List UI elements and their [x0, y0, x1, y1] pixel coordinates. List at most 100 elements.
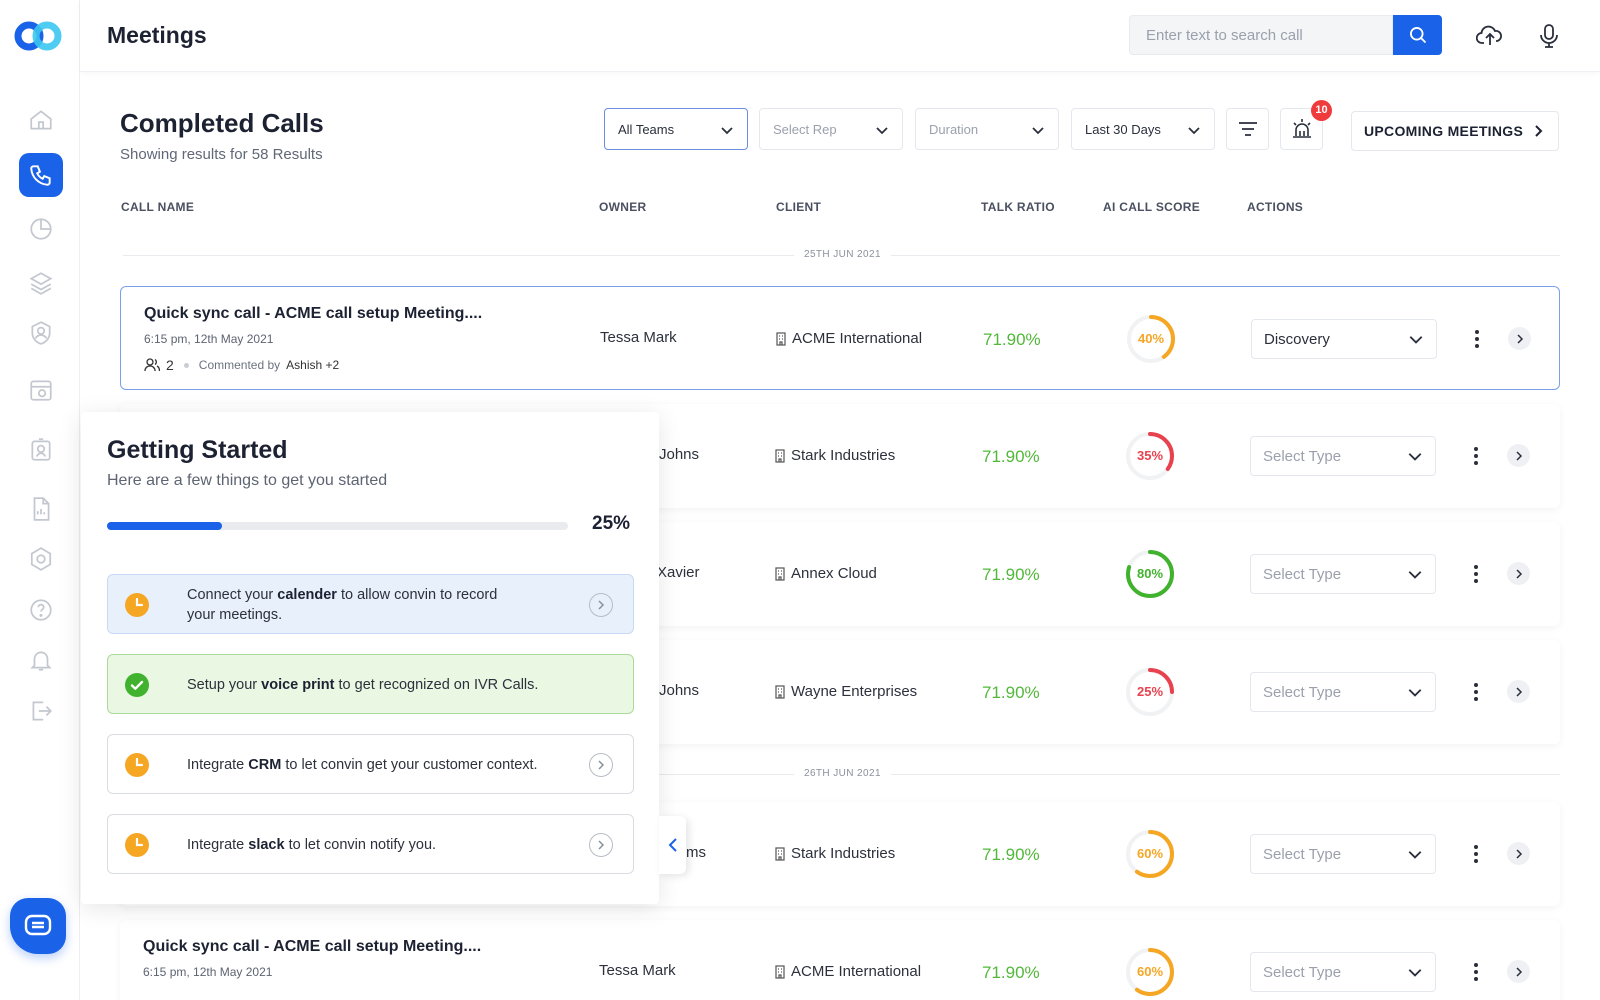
chevron-right-icon: [1516, 333, 1523, 344]
settings-icon: [30, 547, 52, 571]
more-options-icon[interactable]: [1470, 680, 1482, 704]
search-input[interactable]: Enter text to search call: [1129, 15, 1393, 55]
nav-meetings[interactable]: [19, 368, 63, 412]
col-talk-ratio[interactable]: TALK RATIO: [981, 200, 1055, 214]
rep-filter[interactable]: Select Rep: [759, 108, 903, 150]
more-options-icon[interactable]: [1470, 562, 1482, 586]
score-value: 80%: [1136, 566, 1164, 581]
call-type-select[interactable]: Discovery: [1251, 319, 1437, 359]
building-icon: [775, 964, 785, 979]
task-integrate-crm[interactable]: Integrate CRM to let convin get your cus…: [107, 734, 634, 794]
upload-button[interactable]: [1474, 20, 1506, 52]
col-call-name[interactable]: CALL NAME: [121, 200, 194, 214]
task-integrate-slack[interactable]: Integrate slack to let convin notify you…: [107, 814, 634, 874]
call-type-select[interactable]: Select Type: [1250, 834, 1436, 874]
results-count: Showing results for 58 Results: [120, 146, 323, 163]
call-name[interactable]: Quick sync call - ACME call setup Meetin…: [144, 305, 482, 323]
more-options-icon[interactable]: [1470, 444, 1482, 468]
nav-home[interactable]: [19, 98, 63, 142]
chevron-right-icon: [1515, 848, 1522, 859]
chevron-down-icon: [1408, 969, 1422, 977]
chat-icon: [24, 914, 52, 936]
task-connect-calendar[interactable]: Connect your calender to allow convin to…: [107, 574, 634, 634]
home-icon: [30, 110, 52, 130]
open-call-button[interactable]: [1507, 842, 1530, 865]
client: Stark Industries: [775, 845, 895, 862]
call-time: 6:15 pm, 12th May 2021: [143, 965, 273, 979]
ai-score-ring: 80%: [1125, 549, 1175, 599]
chevron-down-icon: [1032, 127, 1044, 135]
col-ai-call-score[interactable]: AI CALL SCORE: [1103, 200, 1200, 214]
client-name: Wayne Enterprises: [791, 683, 918, 700]
client-name: ACME International: [791, 963, 922, 980]
open-call-button[interactable]: [1507, 562, 1530, 585]
more-options-icon[interactable]: [1471, 327, 1483, 351]
task-text: Connect your calender to allow convin to…: [187, 587, 498, 623]
call-type-select[interactable]: Select Type: [1250, 554, 1436, 594]
nav-library[interactable]: [19, 261, 63, 305]
nav-coaching[interactable]: [19, 311, 63, 355]
open-call-button[interactable]: [1507, 680, 1530, 703]
search-button[interactable]: [1393, 15, 1442, 55]
open-call-button[interactable]: [1507, 960, 1530, 983]
nav-help[interactable]: [19, 588, 63, 632]
call-type-select[interactable]: Select Type: [1250, 952, 1436, 992]
call-type-select[interactable]: Select Type: [1250, 672, 1436, 712]
call-type-select[interactable]: Select Type: [1250, 436, 1436, 476]
filter-button[interactable]: [1226, 108, 1269, 150]
open-call-button[interactable]: [1508, 327, 1531, 350]
more-options-icon[interactable]: [1470, 960, 1482, 984]
task-go-button[interactable]: [589, 593, 613, 617]
score-value: 40%: [1137, 331, 1165, 346]
nav-notifications[interactable]: [19, 638, 63, 682]
client: Wayne Enterprises: [775, 683, 917, 700]
nav-reports[interactable]: [19, 487, 63, 531]
task-go-button[interactable]: [589, 833, 613, 857]
nav-profile[interactable]: [19, 428, 63, 472]
nav-analytics[interactable]: [19, 207, 63, 251]
nav-logout[interactable]: [19, 689, 63, 733]
call-meta: 2 Commented by Ashish +2: [144, 357, 339, 373]
task-voice-print[interactable]: Setup your voice print to get recognized…: [107, 654, 634, 714]
date-range-filter[interactable]: Last 30 Days: [1071, 108, 1215, 150]
date-range-value: Last 30 Days: [1085, 122, 1161, 137]
call-type-value: Select Type: [1263, 684, 1342, 701]
client-name: Annex Cloud: [791, 565, 877, 582]
collapse-panel-button[interactable]: [659, 816, 686, 874]
owner: Johns: [659, 446, 700, 463]
progress-bar-fill: [107, 522, 223, 530]
teams-filter[interactable]: All Teams: [604, 108, 748, 150]
getting-started-panel: Getting Started Here are a few things to…: [81, 412, 659, 904]
col-client[interactable]: CLIENT: [776, 200, 821, 214]
task-text: Setup your voice print to get recognized…: [187, 677, 539, 693]
profile-icon: [31, 438, 51, 461]
topbar: Meetings Enter text to search call: [80, 0, 1600, 72]
getting-started-title: Getting Started: [107, 436, 288, 464]
chevron-down-icon: [1408, 453, 1422, 461]
bell-icon: [30, 651, 52, 671]
call-type-value: Select Type: [1263, 448, 1342, 465]
duration-filter-value: Duration: [929, 122, 979, 137]
upcoming-meetings-button[interactable]: UPCOMING MEETINGS: [1351, 111, 1559, 151]
ai-score-ring: 60%: [1125, 829, 1175, 879]
chevron-right-icon: [598, 840, 605, 850]
talk-ratio: 71.90%: [983, 330, 1041, 349]
col-owner[interactable]: OWNER: [599, 200, 647, 214]
nav-settings[interactable]: [19, 537, 63, 581]
chat-button[interactable]: [10, 898, 66, 954]
sidebar: [0, 0, 80, 1000]
chevron-down-icon: [1409, 336, 1423, 344]
talk-ratio: 71.90%: [982, 447, 1040, 466]
owner: Tessa Mark: [599, 962, 676, 979]
task-go-button[interactable]: [589, 753, 613, 777]
logo[interactable]: [14, 20, 64, 52]
date-group-label: 26TH JUN 2021: [794, 768, 891, 779]
nav-calls[interactable]: [19, 153, 63, 197]
table-row[interactable]: Quick sync call - ACME call setup Meetin…: [120, 286, 1560, 390]
more-options-icon[interactable]: [1470, 842, 1482, 866]
table-row[interactable]: Quick sync call - ACME call setup Meetin…: [120, 920, 1560, 1000]
microphone-button[interactable]: [1533, 20, 1565, 52]
call-name[interactable]: Quick sync call - ACME call setup Meetin…: [143, 938, 481, 956]
duration-filter[interactable]: Duration: [915, 108, 1059, 150]
open-call-button[interactable]: [1507, 444, 1530, 467]
